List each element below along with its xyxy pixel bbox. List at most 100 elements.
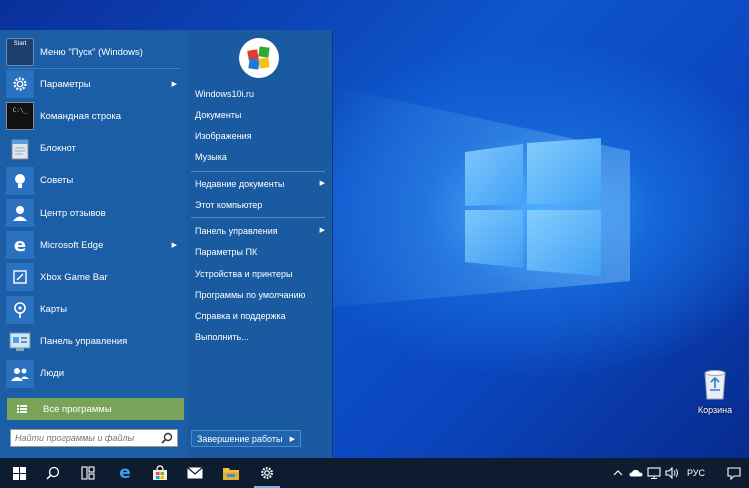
shutdown-options-arrow-icon[interactable]: ▶ — [290, 435, 295, 443]
search-icon — [46, 466, 60, 480]
place-item-windows10i[interactable]: Windows10i.ru — [195, 89, 325, 99]
place-item-music[interactable]: Музыка — [195, 152, 325, 162]
divider — [191, 217, 325, 218]
program-item-control-panel[interactable]: Панель управления — [6, 326, 183, 358]
notification-icon — [727, 466, 741, 480]
place-item-this-pc[interactable]: Этот компьютер — [195, 200, 325, 210]
place-label: Недавние документы — [195, 179, 285, 189]
mail-icon — [187, 467, 203, 479]
place-item-pc-settings[interactable]: Параметры ПК — [195, 247, 325, 257]
start-menu-icon: Start — [6, 38, 34, 67]
system-tray: РУС — [609, 458, 749, 488]
place-label: Музыка — [195, 152, 227, 162]
program-item-maps[interactable]: Карты — [6, 294, 183, 326]
taskbar-start-button[interactable] — [2, 458, 36, 488]
control-panel-icon — [6, 328, 34, 356]
task-view-icon — [81, 466, 95, 480]
all-programs-button[interactable]: Все программы — [7, 398, 184, 420]
shutdown-label: Завершение работы — [197, 433, 283, 444]
taskbar-mail-button[interactable] — [178, 458, 212, 488]
taskbar-store-button[interactable] — [143, 458, 177, 488]
place-item-recent-documents[interactable]: Недавние документы ▶ — [195, 179, 325, 189]
windows-start-icon — [12, 466, 26, 480]
feedback-hub-icon — [6, 199, 34, 228]
submenu-arrow-icon: ▶ — [319, 227, 325, 234]
edge-icon: e — [6, 231, 34, 260]
program-item-notepad[interactable]: Блокнот — [6, 133, 183, 165]
show-hidden-icons-button[interactable] — [610, 458, 626, 488]
onedrive-tray-button[interactable] — [628, 458, 644, 488]
program-item-xbox-game-bar[interactable]: Xbox Game Bar — [6, 261, 183, 293]
taskbar-settings-button[interactable] — [250, 458, 284, 488]
program-item-feedback-hub[interactable]: Центр отзывов — [6, 197, 183, 229]
program-item-start-menu[interactable]: Start Меню "Пуск" (Windows) — [6, 36, 183, 68]
search-input[interactable] — [15, 433, 155, 443]
input-language-indicator[interactable]: РУС — [687, 468, 705, 478]
user-picture-icon — [247, 46, 270, 70]
program-label: Центр отзывов — [40, 207, 106, 219]
store-icon — [153, 465, 167, 480]
settings-icon — [261, 467, 273, 479]
program-list: Start Меню "Пуск" (Windows) Параметры ▶ … — [6, 36, 183, 390]
user-avatar[interactable] — [239, 38, 279, 78]
shutdown-button[interactable]: Завершение работы ▶ — [191, 430, 301, 447]
place-label: Устройства и принтеры — [195, 269, 293, 279]
network-icon — [647, 467, 661, 479]
edge-icon: e — [119, 463, 131, 483]
notepad-icon — [6, 135, 34, 163]
place-item-control-panel[interactable]: Панель управления ▶ — [195, 226, 325, 236]
people-icon — [6, 359, 34, 388]
taskbar-search-button[interactable] — [36, 458, 70, 488]
place-label: Панель управления — [195, 226, 278, 236]
file-explorer-icon — [223, 468, 239, 480]
action-center-button[interactable] — [719, 458, 749, 488]
program-item-people[interactable]: Люди — [6, 358, 183, 390]
taskbar-file-explorer-button[interactable] — [214, 458, 248, 488]
program-label: Xbox Game Bar — [40, 271, 108, 283]
search-icon[interactable] — [161, 432, 173, 444]
start-menu: Start Меню "Пуск" (Windows) Параметры ▶ … — [0, 30, 333, 458]
place-label: Документы — [195, 110, 242, 120]
divider — [191, 171, 325, 172]
recycle-bin-icon — [704, 370, 726, 400]
program-item-command-prompt[interactable]: C:\_ Командная строка — [6, 100, 183, 132]
place-item-run[interactable]: Выполнить... — [195, 332, 325, 342]
gear-icon — [6, 70, 34, 99]
start-menu-programs-panel: Start Меню "Пуск" (Windows) Параметры ▶ … — [0, 30, 187, 458]
start-menu-places-panel: Windows10i.ru Документы Изображения Музы… — [187, 30, 333, 458]
place-item-documents[interactable]: Документы — [195, 110, 325, 120]
network-tray-button[interactable] — [646, 458, 662, 488]
all-programs-label: Все программы — [43, 403, 112, 415]
taskbar-task-view-button[interactable] — [71, 458, 105, 488]
taskbar: e РУС — [0, 458, 749, 488]
cloud-icon — [629, 469, 643, 477]
place-item-help-support[interactable]: Справка и поддержка — [195, 311, 325, 321]
program-label: Панель управления — [40, 336, 128, 348]
speaker-icon — [665, 467, 678, 479]
place-item-devices-printers[interactable]: Устройства и принтеры — [195, 269, 325, 279]
xbox-game-bar-icon — [6, 263, 34, 292]
recycle-bin[interactable]: Корзина — [693, 368, 737, 415]
place-label: Изображения — [195, 131, 252, 141]
program-search-box[interactable] — [10, 429, 178, 447]
place-label: Параметры ПК — [195, 247, 258, 257]
place-label: Выполнить... — [195, 332, 249, 342]
taskbar-edge-button[interactable]: e — [108, 458, 142, 488]
program-item-tips[interactable]: Советы — [6, 165, 183, 197]
program-label: Microsoft Edge — [40, 239, 104, 251]
submenu-arrow-icon: ▶ — [171, 242, 177, 250]
volume-tray-button[interactable] — [664, 458, 680, 488]
place-label: Windows10i.ru — [195, 89, 255, 99]
lightbulb-icon — [6, 166, 34, 195]
place-label: Этот компьютер — [195, 200, 263, 210]
place-label: Справка и поддержка — [195, 311, 286, 321]
program-label: Меню "Пуск" (Windows) — [40, 46, 143, 58]
program-item-settings[interactable]: Параметры ▶ — [6, 68, 183, 100]
chevron-up-icon — [613, 470, 623, 476]
program-label: Люди — [40, 368, 65, 380]
place-item-default-programs[interactable]: Программы по умолчанию — [195, 290, 325, 300]
maps-icon — [6, 295, 34, 324]
recycle-bin-label: Корзина — [697, 405, 733, 415]
program-item-microsoft-edge[interactable]: e Microsoft Edge ▶ — [6, 229, 183, 261]
place-item-pictures[interactable]: Изображения — [195, 131, 325, 141]
